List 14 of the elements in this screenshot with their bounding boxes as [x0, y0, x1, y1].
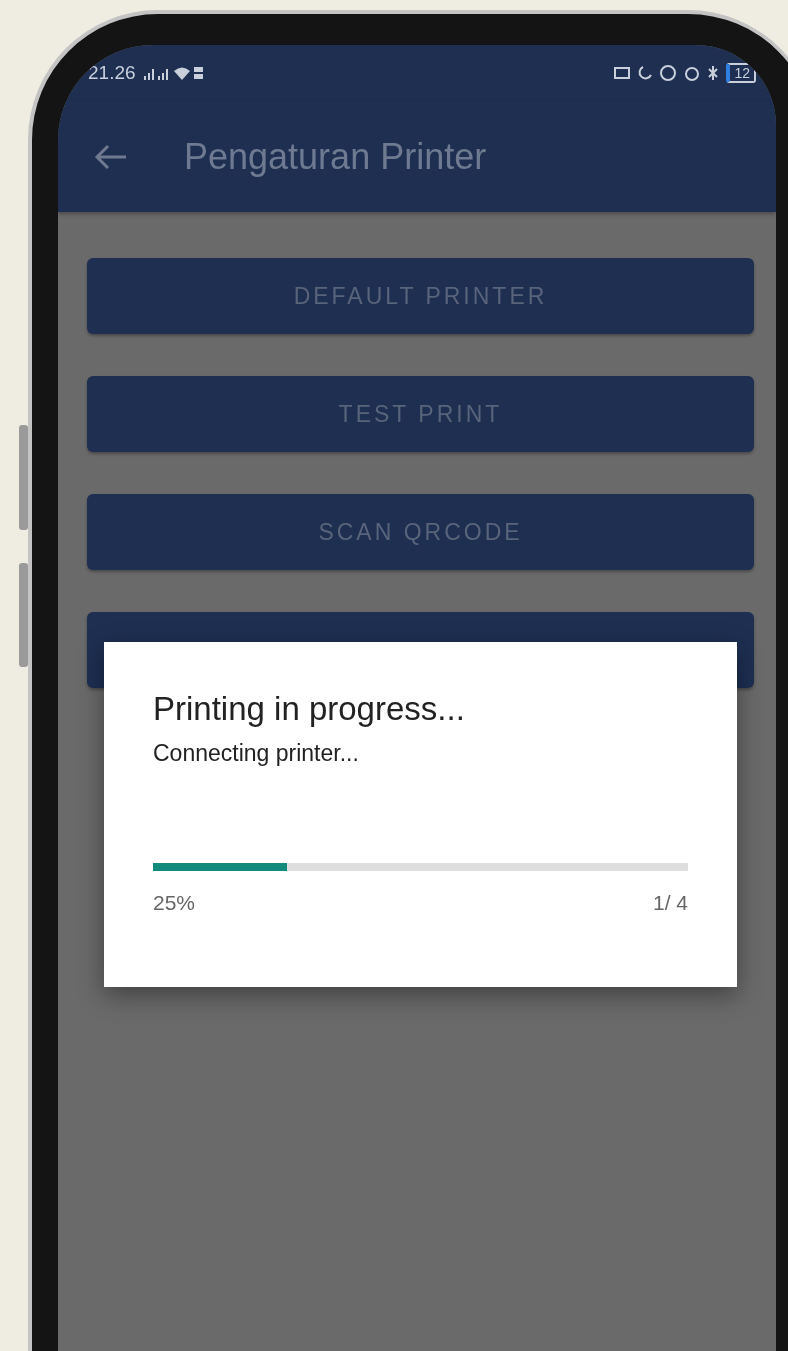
menu-button[interactable]: SCAN QRCODE: [87, 494, 754, 570]
progress-percent: 25%: [153, 891, 196, 915]
signal-wifi-icon: [143, 64, 204, 82]
menu-button[interactable]: TEST PRINT: [87, 376, 754, 452]
menu-button[interactable]: DEFAULT PRINTER: [87, 258, 754, 334]
dialog-message: Connecting printer...: [153, 740, 360, 767]
back-arrow-icon[interactable]: [94, 143, 128, 170]
battery-level: 12: [726, 63, 756, 83]
screen-title: Pengaturan Printer: [184, 135, 487, 178]
moon-icon: [638, 65, 653, 81]
dialog-title: Printing in progress...: [153, 690, 466, 728]
status-time: 21.26: [88, 62, 136, 84]
bluetooth-icon: [708, 65, 719, 81]
progress-count: 1/ 4: [652, 891, 688, 915]
